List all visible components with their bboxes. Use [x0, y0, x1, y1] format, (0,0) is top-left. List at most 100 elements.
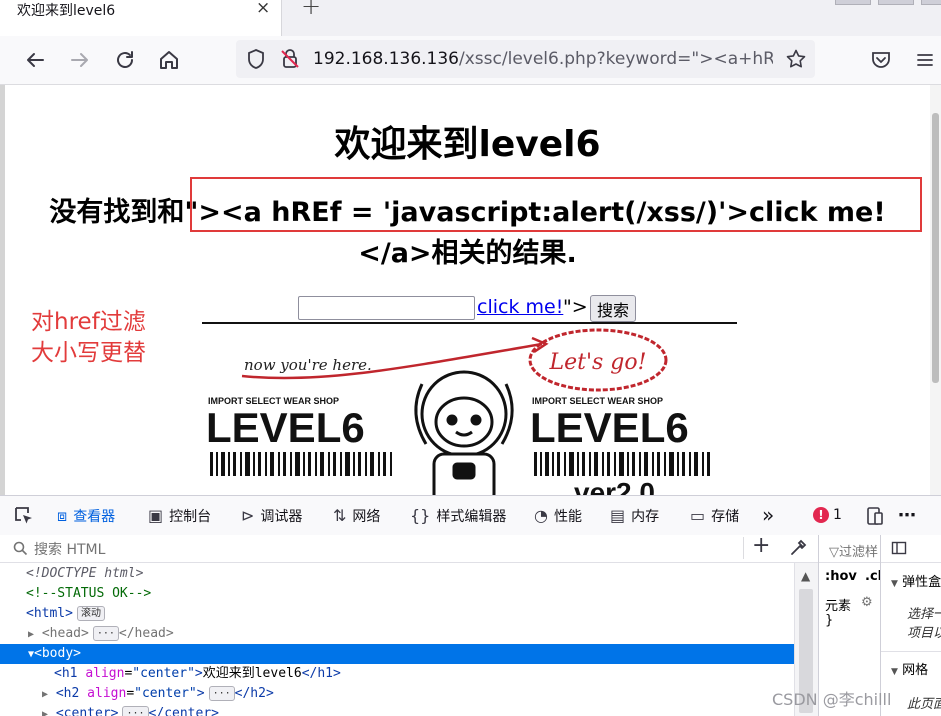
annotation-line-2: 大小写更替 [31, 340, 146, 366]
banner-speech: Let's go! [549, 350, 647, 375]
annotation-note: 对href过滤 大小写更替 [31, 307, 146, 369]
flexbox-hint: 选择一项目以 [907, 607, 941, 641]
tab-network[interactable]: ⇅ 网络 [333, 496, 380, 535]
page-viewport: 欢迎来到level6 没有找到和"><a hREf = 'javascript:… [5, 85, 930, 495]
minimize-button[interactable] [835, 0, 871, 5]
gear-icon[interactable]: ⚙ [861, 595, 873, 610]
forward-arrow-icon[interactable] [68, 48, 92, 72]
tab-inspector-label: 查看器 [73, 509, 116, 525]
search-icon [13, 541, 28, 560]
tab-style-editor[interactable]: {} 样式编辑器 [410, 496, 506, 535]
page-scrollbar[interactable] [930, 85, 941, 495]
divider [881, 562, 941, 563]
close-tab-icon[interactable]: × [256, 0, 270, 18]
tab-title: 欢迎来到level6 [17, 3, 116, 19]
url-bar[interactable]: 192.168.136.136/xssc/level6.php?keyword=… [236, 40, 815, 78]
url-host: 192.168.136.136 [313, 49, 460, 69]
devtools-toolbar: ⧈ 查看器 ▣ 控制台 ⊳ 调试器 ⇅ 网络 {} 样式编辑器 ◔ 性能 ▤ 内存 ▭ 存储 »… [0, 495, 941, 537]
result-line-2: </a>相关的结果. [358, 238, 577, 269]
dom-node-head[interactable]: ▶ <head> ··· </head> [0, 624, 794, 644]
banner-version: ver2.0 [574, 477, 655, 495]
url-path: /xssc/level6.php?keyword="><a+hREf+ [459, 49, 773, 69]
tab-debugger[interactable]: ⊳ 调试器 [241, 496, 302, 535]
tab-console-label: 控制台 [169, 509, 212, 525]
tab-storage-label: 存储 [711, 509, 740, 525]
rule-close-brace: } [825, 613, 834, 628]
collapse-arrow-icon: ▼ [891, 667, 898, 677]
style-editor-icon: {} [410, 506, 431, 525]
keyword-input[interactable] [298, 296, 475, 320]
dom-node-body-selected[interactable]: ▼<body> [0, 644, 794, 664]
shield-icon[interactable] [245, 48, 267, 74]
hover-toggle[interactable]: :hov [825, 569, 857, 584]
grid-hint: 此页面 [907, 697, 941, 712]
tab-performance-label: 性能 [553, 509, 582, 525]
rules-filter[interactable]: ▽过滤样 [829, 541, 878, 560]
url-text[interactable]: 192.168.136.136/xssc/level6.php?keyword=… [313, 49, 773, 69]
dom-node-h2[interactable]: ▶ <h2 align="center"> ··· </h2> [0, 684, 794, 704]
responsive-design-icon[interactable] [865, 506, 885, 530]
page-scrollbar-thumb[interactable] [932, 113, 939, 383]
tab-active[interactable]: 欢迎来到level6 × [0, 0, 282, 36]
banner-handwriting: now you're here. [244, 356, 372, 374]
more-tabs-icon[interactable]: » [762, 496, 774, 535]
element-rule-selector: 元素 [825, 599, 852, 614]
error-count[interactable]: 1 [833, 496, 842, 535]
dom-node-html[interactable]: <html> 滚动 [0, 604, 794, 624]
inspector-icon: ⧈ [57, 506, 68, 525]
maximize-button[interactable] [878, 0, 914, 5]
pocket-icon[interactable] [870, 49, 892, 75]
divider [819, 562, 881, 563]
flexbox-section[interactable]: ▼ 弹性盒 [891, 571, 941, 590]
html-search-bar[interactable]: 搜索 HTML + [0, 533, 818, 563]
navigation-bar: 192.168.136.136/xssc/level6.php?keyword=… [0, 36, 941, 85]
memory-icon: ▤ [610, 506, 626, 525]
tab-performance[interactable]: ◔ 性能 [534, 496, 582, 535]
tab-style-editor-label: 样式编辑器 [436, 509, 507, 525]
bookmark-star-icon[interactable] [785, 48, 807, 74]
tab-memory[interactable]: ▤ 内存 [610, 496, 659, 535]
eyedropper-icon[interactable] [789, 539, 807, 561]
devtools-options-icon[interactable]: ⋯ [898, 496, 916, 535]
search-button[interactable]: 搜索 [590, 295, 636, 322]
divider [881, 651, 941, 652]
watermark: CSDN @李chilll [772, 690, 892, 709]
storage-icon: ▭ [690, 506, 706, 525]
injected-link[interactable]: click me! [477, 296, 563, 318]
insecure-lock-icon[interactable] [279, 48, 301, 74]
menu-hamburger-icon[interactable] [915, 50, 935, 74]
divider [743, 537, 744, 559]
level-banner-image: now you're here. Let's go! IMPORT SELECT… [202, 322, 737, 495]
new-tab-icon[interactable]: + [301, 0, 321, 20]
tab-inspector[interactable]: ⧈ 查看器 [57, 496, 116, 537]
banner-brand-large-right: LEVEL6 [530, 404, 689, 451]
grid-section[interactable]: ▼ 网格 [891, 659, 928, 678]
dom-node-center[interactable]: ▶ <center> ··· </center> [0, 704, 794, 716]
dom-node-h1[interactable]: <h1 align="center">欢迎来到level6</h1> [0, 664, 794, 684]
close-window-button[interactable] [921, 0, 941, 5]
layout-view-icon[interactable] [891, 540, 907, 560]
scroll-up-arrow-icon[interactable]: ▲ [801, 569, 810, 583]
back-arrow-icon[interactable] [23, 48, 47, 72]
add-node-icon[interactable]: + [752, 533, 770, 558]
tab-strip: 欢迎来到level6 × + [0, 0, 941, 36]
element-picker-icon[interactable] [13, 505, 35, 531]
tab-console[interactable]: ▣ 控制台 [148, 496, 211, 535]
expand-arrow-icon[interactable]: ▶ [42, 709, 48, 716]
console-icon: ▣ [148, 506, 164, 525]
page-title: 欢迎来到level6 [334, 124, 601, 165]
banner-brand-large-left: LEVEL6 [206, 404, 365, 451]
trailing-text: "> [563, 296, 588, 318]
expand-arrow-icon[interactable]: ▶ [28, 629, 34, 640]
reload-icon[interactable] [113, 48, 137, 72]
dom-node-comment[interactable]: <!--STATUS OK--> [0, 584, 794, 604]
tab-storage[interactable]: ▭ 存储 [690, 496, 739, 535]
tab-memory-label: 内存 [631, 509, 660, 525]
dom-node-doctype[interactable]: <!DOCTYPE html> [0, 564, 794, 584]
scroll-badge[interactable]: 滚动 [76, 606, 105, 621]
tab-network-label: 网络 [352, 509, 381, 525]
collapse-arrow-icon: ▼ [891, 579, 898, 589]
error-icon[interactable]: ! [813, 507, 829, 523]
home-icon[interactable] [157, 48, 181, 72]
expand-arrow-icon[interactable]: ▶ [42, 689, 48, 700]
